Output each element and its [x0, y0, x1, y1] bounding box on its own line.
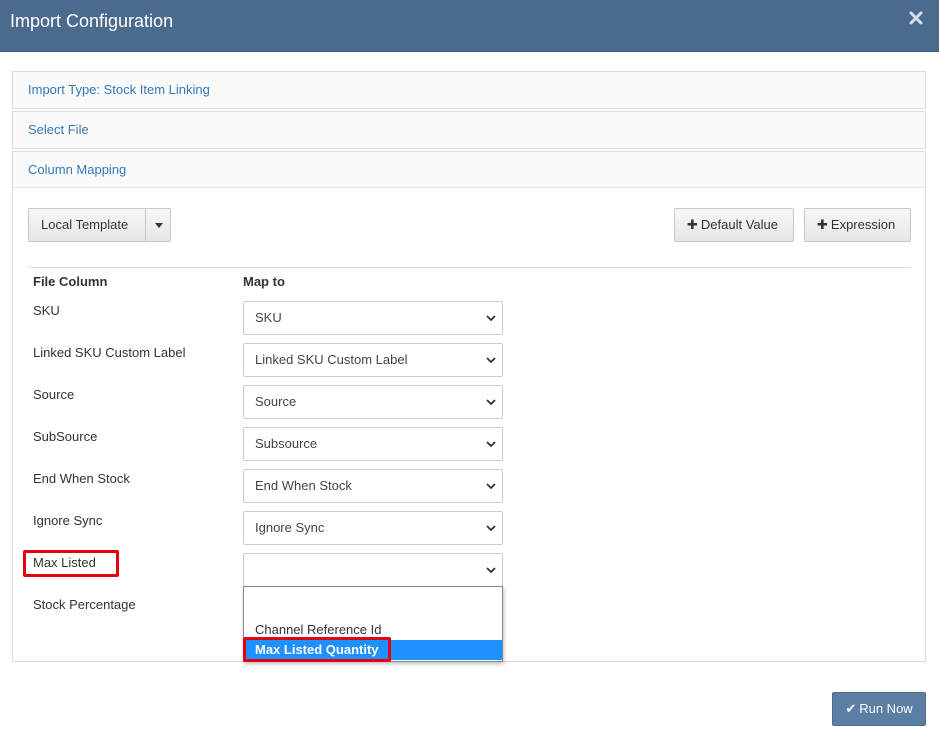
panel-import-type: Import Type: Stock Item Linking [12, 71, 926, 109]
local-template-button[interactable]: Local Template [28, 208, 146, 242]
highlight-box [23, 550, 119, 577]
divider [28, 267, 911, 268]
panel-select-file: Select File [12, 111, 926, 149]
map-to-select-open[interactable] [243, 553, 503, 587]
select-value: End When Stock [255, 478, 352, 493]
chevron-down-icon [486, 567, 496, 574]
run-now-label: Run Now [859, 701, 913, 716]
map-to-select[interactable]: Subsource [243, 427, 503, 461]
chevron-down-icon [486, 441, 496, 448]
file-column-label: End When Stock [33, 471, 130, 486]
chevron-down-icon [486, 525, 496, 532]
select-value: Subsource [255, 436, 318, 451]
select-file-link[interactable]: Select File [13, 112, 925, 148]
file-column-header: File Column [33, 274, 108, 289]
run-now-button[interactable]: ✔ Run Now [832, 692, 926, 726]
plus-icon: ✚ [817, 217, 828, 232]
expression-label: Expression [830, 217, 896, 232]
chevron-down-icon [486, 399, 496, 406]
chevron-down-icon [486, 483, 496, 490]
select-value: SKU [255, 310, 282, 325]
map-to-header: Map to [243, 274, 285, 289]
file-column-label: SKU [33, 303, 60, 318]
select-value: Linked SKU Custom Label [255, 352, 408, 367]
modal-title: Import Configuration [10, 11, 174, 31]
panel-column-mapping: Column Mapping Local Template ✚ Default V… [12, 151, 926, 662]
expression-button[interactable]: ✚ Expression [804, 208, 911, 242]
chevron-down-icon [486, 315, 496, 322]
map-to-select[interactable]: Ignore Sync [243, 511, 503, 545]
modal-header: Import Configuration [0, 0, 939, 52]
file-column-label: Source [33, 387, 75, 402]
import-type-link[interactable]: Import Type: Stock Item Linking [13, 72, 925, 108]
default-value-label: Default Value [700, 217, 778, 232]
file-column-label: Stock Percentage [33, 597, 136, 612]
close-button[interactable] [909, 11, 927, 29]
map-to-select[interactable]: Source [243, 385, 503, 419]
map-to-select[interactable]: SKU [243, 301, 503, 335]
plus-icon: ✚ [687, 217, 698, 232]
file-column-label: Linked SKU Custom Label [33, 345, 186, 360]
default-value-button[interactable]: ✚ Default Value [674, 208, 794, 242]
highlight-box [243, 637, 391, 662]
map-to-select[interactable]: End When Stock [243, 469, 503, 503]
file-column-label: SubSource [33, 429, 98, 444]
column-mapping-link[interactable]: Column Mapping [13, 152, 925, 188]
map-to-select[interactable]: Linked SKU Custom Label [243, 343, 503, 377]
check-icon: ✔ [845, 701, 857, 716]
dropdown-option[interactable] [244, 599, 502, 619]
select-value: Ignore Sync [255, 520, 325, 535]
caret-down-icon [155, 223, 163, 228]
file-column-label: Ignore Sync [33, 513, 103, 528]
template-dropdown-toggle[interactable] [145, 208, 171, 242]
select-value: Source [255, 394, 297, 409]
chevron-down-icon [486, 357, 496, 364]
close-icon [909, 11, 923, 25]
